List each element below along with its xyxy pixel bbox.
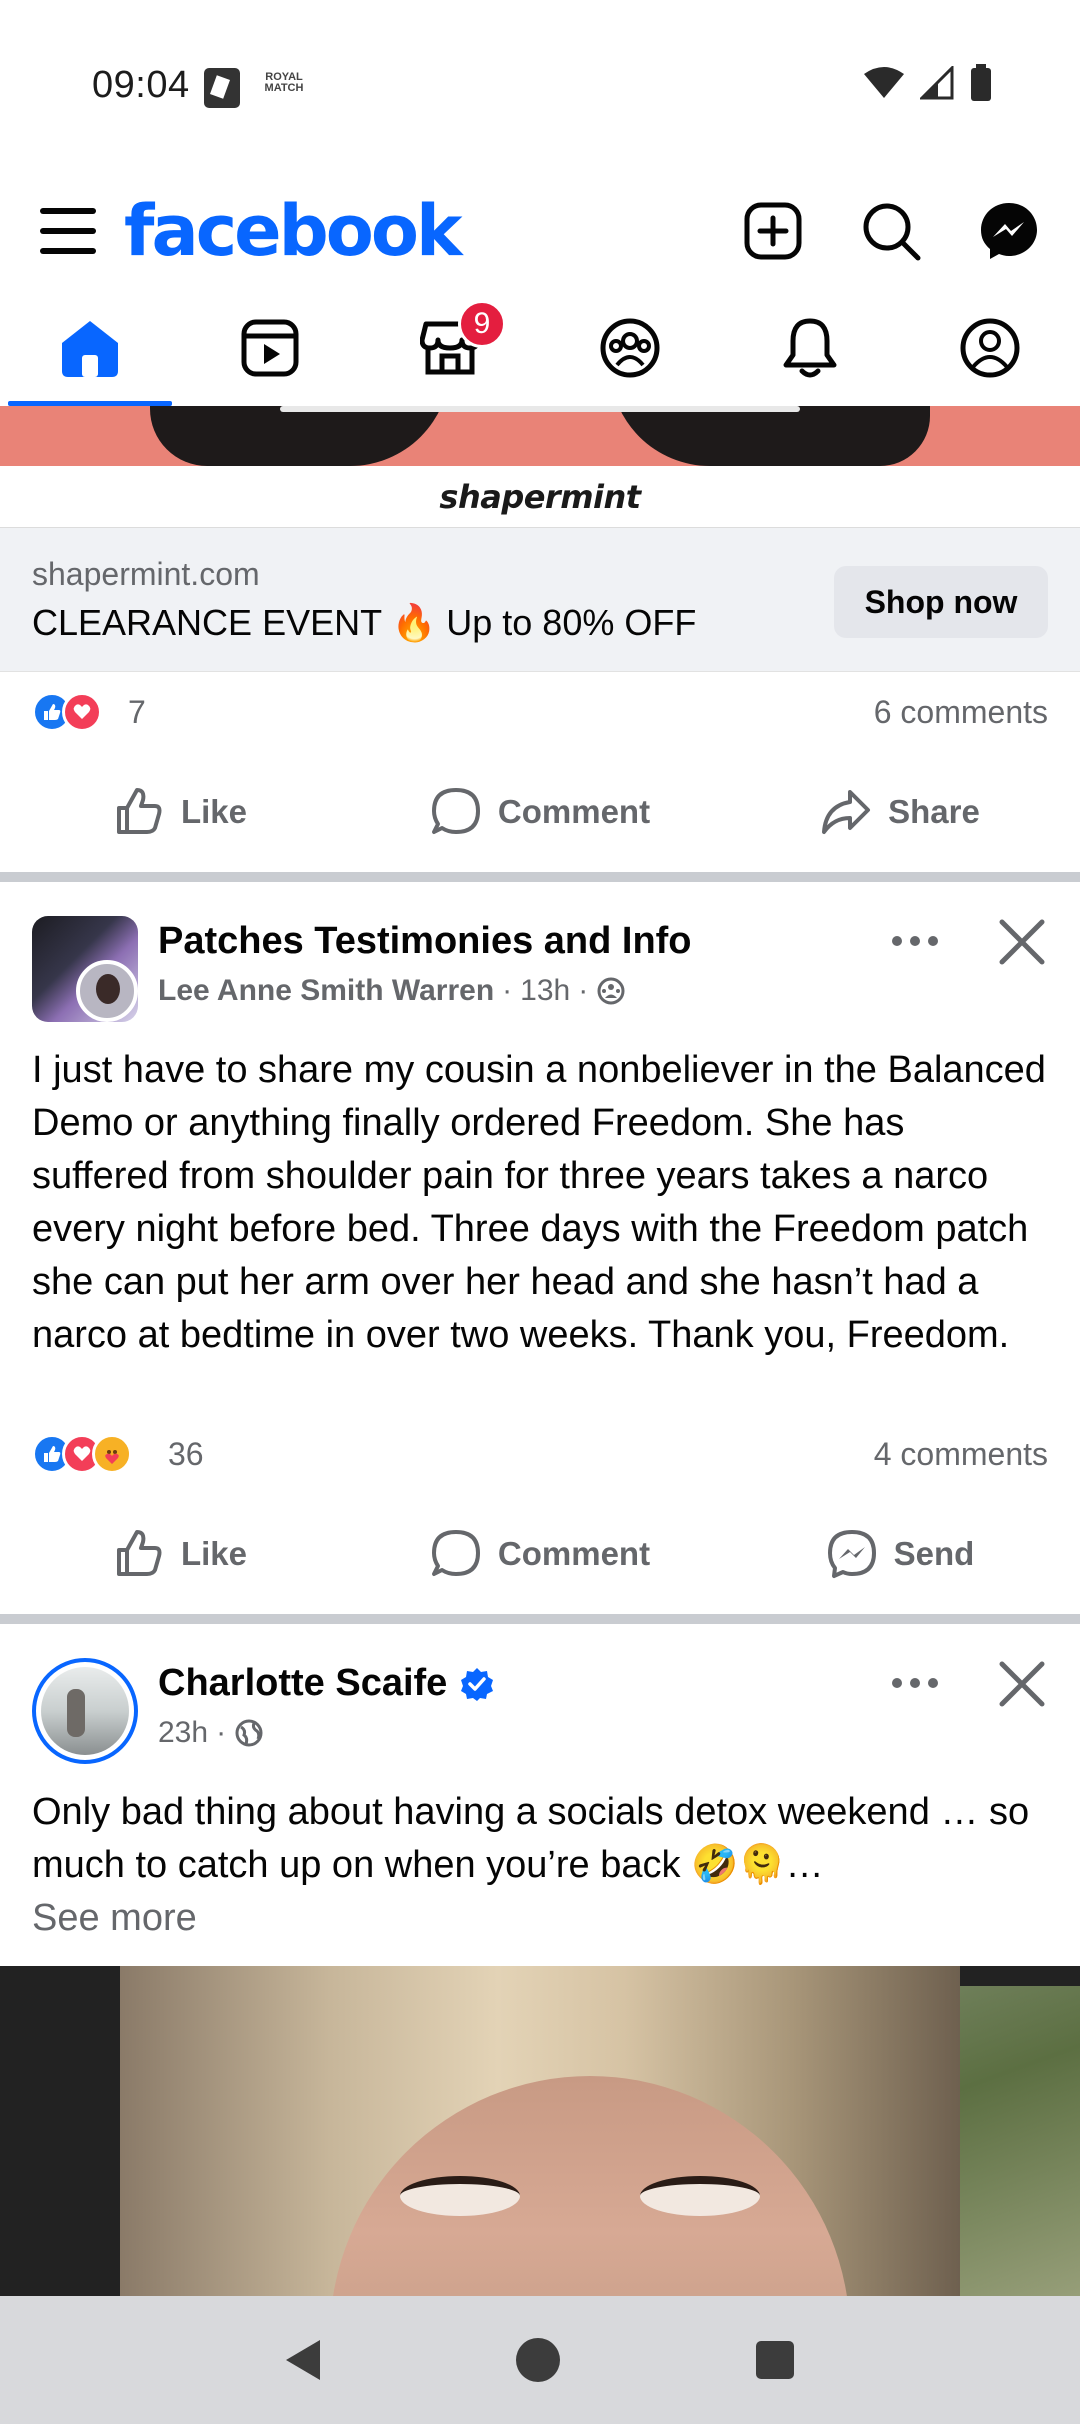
share-label: Share: [888, 793, 980, 830]
care-reaction-icon: [92, 1434, 132, 1474]
comment-button[interactable]: Comment: [360, 762, 720, 862]
globe-icon: [235, 1719, 263, 1747]
tab-profile[interactable]: [900, 290, 1080, 406]
home-icon: [62, 321, 118, 377]
post-actions-row: Like Comment Send: [0, 1504, 1080, 1604]
reaction-count[interactable]: 7: [128, 694, 146, 731]
author-avatar[interactable]: [76, 960, 138, 1022]
comment-icon: [431, 1530, 480, 1576]
send-label: Send: [893, 1535, 975, 1572]
signal-icon: [920, 66, 954, 100]
comments-count[interactable]: 4 comments: [874, 1436, 1048, 1473]
post-reactions-row: 36 4 comments: [0, 1414, 1080, 1494]
tab-marketplace[interactable]: 9: [360, 290, 540, 406]
ad-brand-band: shapermint: [0, 466, 1080, 528]
more-options-icon[interactable]: [892, 1668, 948, 1698]
post-header: Patches Testimonies and Info Lee Anne Sm…: [0, 912, 1080, 1032]
ad-domain: shapermint.com: [32, 556, 260, 592]
home-button-icon[interactable]: [516, 2338, 560, 2382]
menu-icon[interactable]: [40, 208, 96, 258]
thumbs-up-icon: [116, 788, 162, 834]
messenger-send-icon: [827, 1530, 876, 1578]
main-nav-tabs: 9: [0, 290, 1080, 406]
post-text: Only bad thing about having a socials de…: [32, 1791, 1030, 1939]
tab-home[interactable]: [0, 290, 180, 406]
notification-app-icon: [204, 68, 240, 108]
tab-notifications[interactable]: [720, 290, 900, 406]
wifi-icon: [864, 67, 904, 98]
video-icon: [241, 319, 299, 377]
like-label: Like: [180, 793, 248, 830]
ad-actions-row: Like Comment Share: [0, 762, 1080, 862]
recents-icon[interactable]: [756, 2341, 794, 2379]
group-avatar[interactable]: [32, 916, 138, 1022]
bell-icon: [783, 318, 837, 378]
post-separator: [0, 1614, 1080, 1624]
post-header: Charlotte Scaife 23h ·: [0, 1654, 1080, 1774]
status-bar: 09:04 ROYAL MATCH: [0, 0, 1080, 170]
comment-label: Comment: [497, 1535, 651, 1572]
messenger-icon[interactable]: [978, 200, 1040, 262]
comments-count[interactable]: 6 comments: [874, 694, 1048, 731]
post-photo[interactable]: [0, 1966, 1080, 2296]
back-icon[interactable]: [286, 2340, 320, 2380]
send-button[interactable]: Send: [720, 1504, 1080, 1604]
like-button[interactable]: Like: [0, 1504, 360, 1604]
battery-icon: [971, 64, 991, 101]
verified-badge-icon: [461, 1667, 494, 1701]
reaction-count[interactable]: 36: [168, 1436, 204, 1473]
create-post-icon[interactable]: [742, 200, 804, 262]
share-button[interactable]: Share: [720, 762, 1080, 862]
search-icon[interactable]: [860, 200, 922, 262]
status-time: 09:04: [92, 64, 190, 106]
ad-headline: CLEARANCE EVENT 🔥 Up to 80% OFF: [32, 602, 697, 643]
tab-video[interactable]: [180, 290, 360, 406]
post-meta: 23h ·: [158, 1716, 264, 1750]
author-avatar[interactable]: [32, 1658, 138, 1764]
group-name[interactable]: Patches Testimonies and Info: [158, 920, 692, 963]
ad-link-card[interactable]: shapermint.com CLEARANCE EVENT 🔥 Up to 8…: [0, 528, 1080, 672]
comment-label: Comment: [497, 793, 651, 830]
shop-now-button[interactable]: Shop now: [834, 566, 1048, 638]
shapermint-logo: shapermint: [439, 477, 641, 516]
reaction-icons[interactable]: [32, 1434, 132, 1474]
tab-groups[interactable]: [540, 290, 720, 406]
comment-button[interactable]: Comment: [360, 1504, 720, 1604]
post-meta: Lee Anne Smith Warren · 13h ·: [158, 974, 626, 1008]
marketplace-badge: 9: [458, 300, 506, 348]
like-label: Like: [180, 1535, 248, 1572]
close-icon[interactable]: [992, 1654, 1052, 1714]
groups-icon: [600, 318, 660, 378]
status-indicators: [864, 64, 992, 102]
group-privacy-icon: [597, 977, 625, 1005]
ad-image[interactable]: [0, 406, 1080, 466]
see-more-link[interactable]: See more: [32, 1897, 197, 1939]
comment-icon: [431, 788, 480, 834]
post-separator: [0, 872, 1080, 882]
thumbs-up-icon: [116, 1530, 162, 1576]
post-time[interactable]: 23h: [158, 1716, 208, 1750]
post-time[interactable]: 13h: [520, 974, 570, 1008]
close-icon[interactable]: [992, 912, 1052, 972]
author-name[interactable]: Charlotte Scaife: [158, 1662, 495, 1705]
post-text: I just have to share my cousin a nonbeli…: [32, 1049, 1046, 1356]
top-bar: facebook: [0, 170, 1080, 290]
profile-icon: [960, 318, 1020, 378]
ad-reactions-row: 7 6 comments: [0, 672, 1080, 752]
reaction-icons[interactable]: [32, 692, 102, 732]
like-button[interactable]: Like: [0, 762, 360, 862]
love-reaction-icon: [62, 692, 102, 732]
system-nav-bar: [0, 2296, 1080, 2424]
royal-match-icon: ROYAL MATCH: [264, 71, 304, 94]
share-icon: [822, 790, 871, 834]
author-name[interactable]: Lee Anne Smith Warren: [158, 974, 494, 1008]
facebook-logo[interactable]: facebook: [124, 190, 463, 272]
more-options-icon[interactable]: [892, 926, 948, 956]
